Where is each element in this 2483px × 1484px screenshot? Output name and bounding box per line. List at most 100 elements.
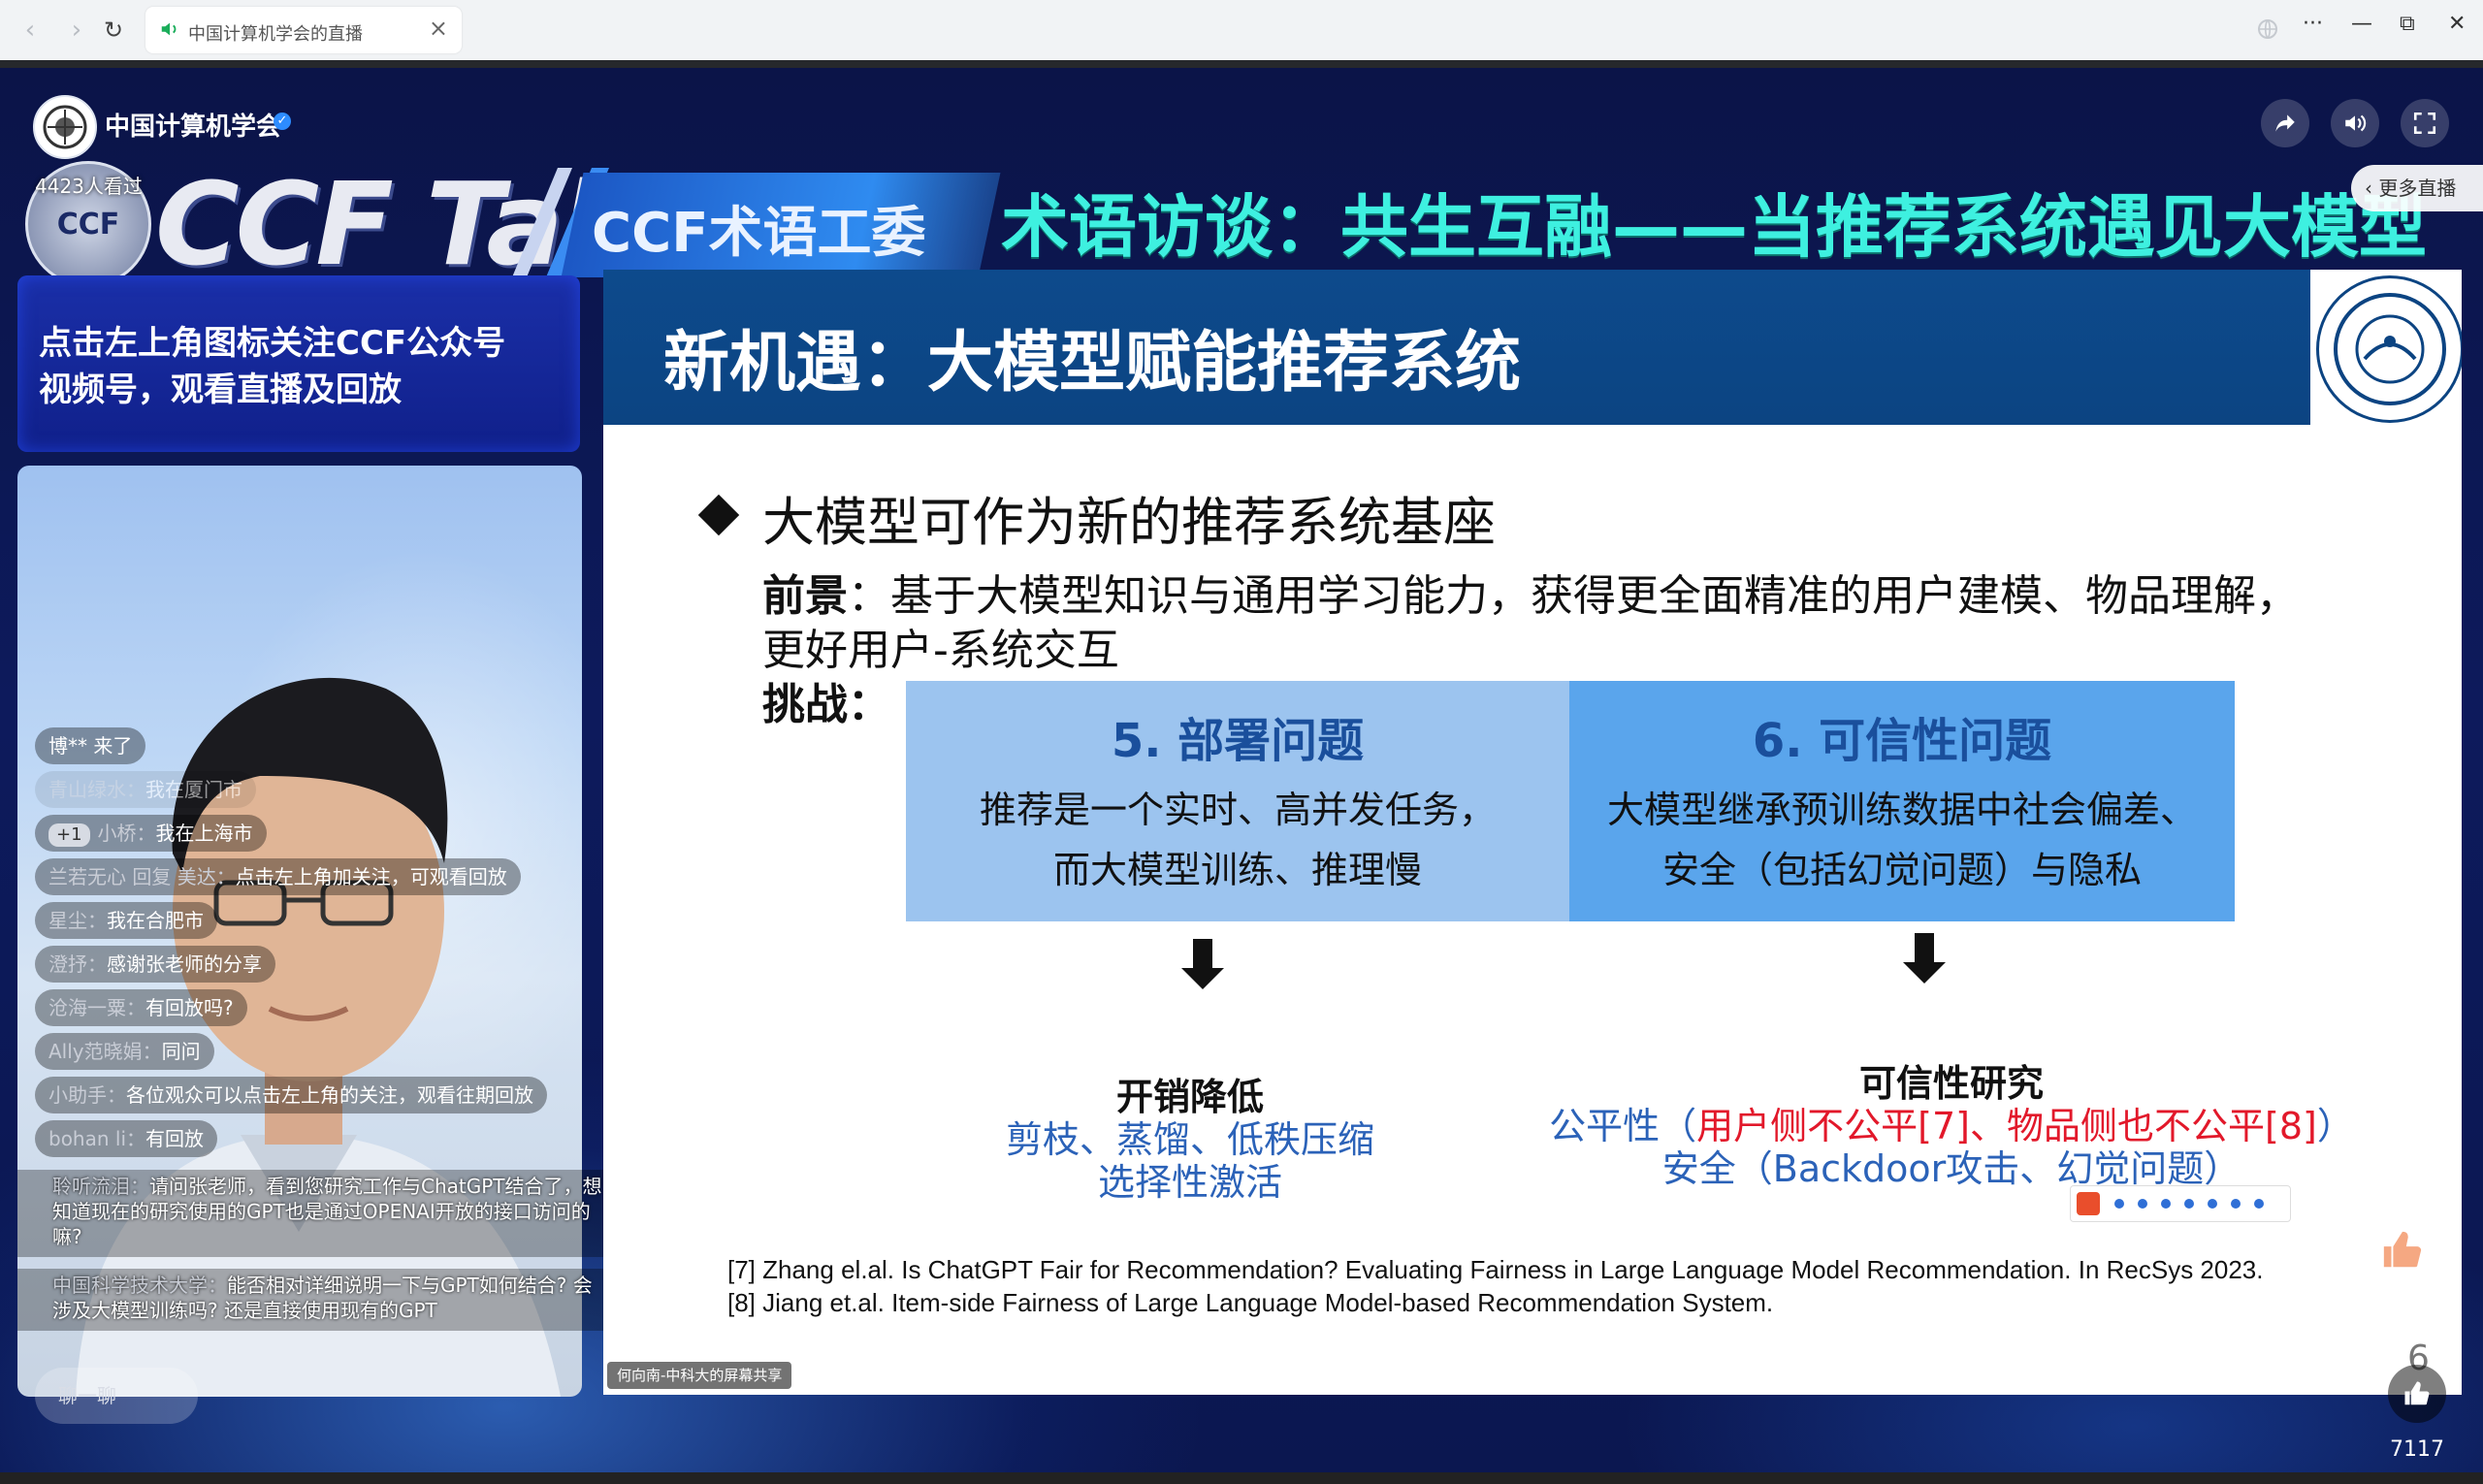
live-stage: 中国计算机学会 ✓ CCF 4423人看过 CCF Talk CCF术语工委 术… <box>0 68 2483 1484</box>
fullscreen-button[interactable] <box>2401 99 2449 147</box>
forward-icon[interactable]: › <box>60 14 93 47</box>
follow-line1: 点击左上角图标关注CCF公众号 <box>39 324 506 363</box>
chevron-left-icon: ‹ <box>2365 177 2379 200</box>
live-headline: 术语访谈：共生互融——当推荐系统遇见大模型 <box>1001 187 2427 267</box>
chat-message[interactable]: Ally范晓娟：同问 <box>35 1033 214 1070</box>
chat-text: 点击左上角加关注，可观看回放 <box>235 865 507 888</box>
follow-banner: 点击左上角图标关注CCF公众号 视频号，观看直播及回放 <box>17 275 580 452</box>
browser-chrome: ‹ › ↻ 中国计算机学会的直播 × ··· — ⧉ ✕ <box>0 0 2483 60</box>
committee-label: CCF术语工委 <box>592 202 926 265</box>
chat-user: 澄抒： <box>48 952 107 976</box>
prospect-line: 前景：基于大模型知识与通用学习能力，获得更全面精准的用户建模、物品理解， <box>762 561 2299 623</box>
volume-button[interactable] <box>2331 99 2379 147</box>
menu-button[interactable]: ··· <box>2303 12 2323 36</box>
chat-message[interactable]: 沧海一粟：有回放吗? <box>35 989 247 1026</box>
chat-text: 有回放吗? <box>145 996 234 1019</box>
chat-message[interactable]: 小助手：各位观众可以点击左上角的关注，观看往期回放 <box>35 1077 547 1113</box>
chat-text: 有回放 <box>145 1127 205 1150</box>
ccf-emblem-icon <box>43 105 87 149</box>
prospect-label: 前景 <box>762 571 848 621</box>
follow-line2: 视频号，观看直播及回放 <box>39 371 402 409</box>
chat-message[interactable]: 博** 来了 <box>35 727 146 764</box>
chat-text: 博** 来了 <box>48 734 133 758</box>
thumbs-up-decor-icon <box>2383 1231 2422 1268</box>
box6-line2: 安全（包括幻觉问题）与隐私 <box>1661 849 2142 891</box>
chat-message[interactable]: +1 小桥：我在上海市 <box>35 815 267 852</box>
like-button[interactable] <box>2388 1365 2446 1423</box>
down-arrow-icon <box>1181 939 1224 989</box>
chat-message-long[interactable]: 聆听流泪：请问张老师，看到您研究工作与ChatGPT结合了，想知道现在的研究使用… <box>17 1170 605 1257</box>
university-logo <box>2316 275 2462 423</box>
challenge-box-trust: 6. 可信性问题 大模型继承预训练数据中社会偏差、 安全（包括幻觉问题）与隐私 <box>1569 681 2235 921</box>
challenge-box-deployment: 5. 部署问题 推荐是一个实时、高并发任务， 而大模型训练、推理慢 <box>906 681 1569 921</box>
speaker-icon[interactable] <box>159 18 180 40</box>
chat-user: 小桥： <box>97 822 156 845</box>
fairness-end: ） <box>2316 1105 2354 1147</box>
more-live-label: 更多直播 <box>2378 177 2457 200</box>
tab-close-button[interactable]: × <box>429 15 448 42</box>
globe-icon[interactable] <box>2256 17 2279 41</box>
chat-text: 同问 <box>161 1040 201 1063</box>
tab-title: 中国计算机学会的直播 <box>188 24 363 45</box>
chat-text: 我在厦门市 <box>145 778 242 801</box>
chat-user: Ally范晓娟： <box>48 1040 162 1063</box>
chat-text: 各位观众可以点击左上角的关注，观看往期回放 <box>126 1083 533 1107</box>
box5-line2: 而大模型训练、推理慢 <box>1052 849 1422 891</box>
chat-message[interactable]: bohan li：有回放 <box>35 1120 218 1157</box>
more-live-button[interactable]: ‹ 更多直播 <box>2351 165 2483 211</box>
share-icon <box>2275 114 2295 132</box>
box5-title: 5. 部署问题 <box>1111 714 1365 768</box>
volume-icon <box>2345 114 2367 132</box>
chat-text: 感谢张老师的分享 <box>107 952 262 976</box>
thumbs-up-icon <box>2404 1381 2430 1405</box>
chat-badge: +1 <box>48 823 90 847</box>
fullscreen-icon <box>2413 112 2436 135</box>
chat-user: 青山绿水： <box>48 778 145 801</box>
chat-user: 中国科学技术大学： <box>52 1274 227 1297</box>
result5-line2: 选择性激活 <box>1097 1161 1282 1204</box>
bottom-bar <box>0 1472 2483 1484</box>
slide-bullet: 大模型可作为新的推荐系统基座 <box>762 492 1496 553</box>
presentation-slide: 新机遇：大模型赋能推荐系统 大模型可作为新的推荐系统基座 前景：基于大模型知识与… <box>603 270 2462 1395</box>
chat-user: 聆听流泪： <box>52 1175 149 1198</box>
down-arrow-icon <box>1903 933 1946 984</box>
bullet-diamond-icon <box>697 494 740 536</box>
chat-user: 沧海一粟： <box>48 996 145 1019</box>
chat-message-long[interactable]: 中国科学技术大学：能否相对详细说明一下与GPT如何结合? 会涉及大模型训练吗? … <box>17 1269 605 1331</box>
viewer-count: 4423人看过 <box>35 175 143 198</box>
share-button[interactable] <box>2261 99 2309 147</box>
chat-message[interactable]: 澄抒：感谢张老师的分享 <box>35 946 275 983</box>
close-window-button[interactable]: ✕ <box>2448 12 2466 36</box>
screen-share-label: 何向南-中科大的屏幕共享 <box>607 1362 792 1389</box>
prospect-text: ：基于大模型知识与通用学习能力，获得更全面精准的用户建模、物品理解， <box>848 571 2299 621</box>
chat-text: 我在上海市 <box>155 822 253 845</box>
verified-icon: ✓ <box>274 113 291 130</box>
slide-title: 新机遇：大模型赋能推荐系统 <box>663 325 1522 402</box>
restore-button[interactable]: ⧉ <box>2400 12 2415 36</box>
box6-line1: 大模型继承预训练数据中社会偏差、 <box>1606 789 2197 831</box>
chat-user: bohan li： <box>48 1127 146 1150</box>
reload-icon[interactable]: ↻ <box>97 14 130 47</box>
ime-toolbar[interactable] <box>2070 1185 2291 1222</box>
chat-message[interactable]: 星尘：我在合肥市 <box>35 902 217 939</box>
divider <box>0 60 2483 68</box>
host-avatar[interactable] <box>33 95 97 159</box>
box6-title: 6. 可信性问题 <box>1752 714 2052 768</box>
host-name[interactable]: 中国计算机学会 <box>105 107 281 143</box>
reference-7: [7] Zhang el.al. Is ChatGPT Fair for Rec… <box>727 1255 2264 1284</box>
chat-user: 星尘： <box>48 909 107 932</box>
result6-safety: 安全（Backdoor攻击、幻觉问题） <box>1661 1147 2241 1190</box>
box5-line1: 推荐是一个实时、高并发任务， <box>979 789 1496 831</box>
chat-input[interactable]: 聊一聊 <box>35 1368 198 1424</box>
browser-tab[interactable]: 中国计算机学会的直播 × <box>145 7 462 53</box>
reference-8: [8] Jiang et.al. Item-side Fairness of L… <box>727 1288 1774 1317</box>
chat-user: 小助手： <box>48 1083 126 1107</box>
university-seal-icon <box>2334 293 2446 405</box>
ime-toolbar-icon <box>2077 1192 2264 1215</box>
chat-user: 兰若无心 回复 美达： <box>48 865 236 888</box>
chat-message[interactable]: 兰若无心 回复 美达：点击左上角加关注，可观看回放 <box>35 858 521 895</box>
chat-message[interactable]: 青山绿水：我在厦门市 <box>35 771 256 808</box>
prospect-line2: 更好用户-系统交互 <box>762 626 1119 675</box>
minimize-button[interactable]: — <box>2351 12 2372 36</box>
back-icon[interactable]: ‹ <box>14 14 47 47</box>
